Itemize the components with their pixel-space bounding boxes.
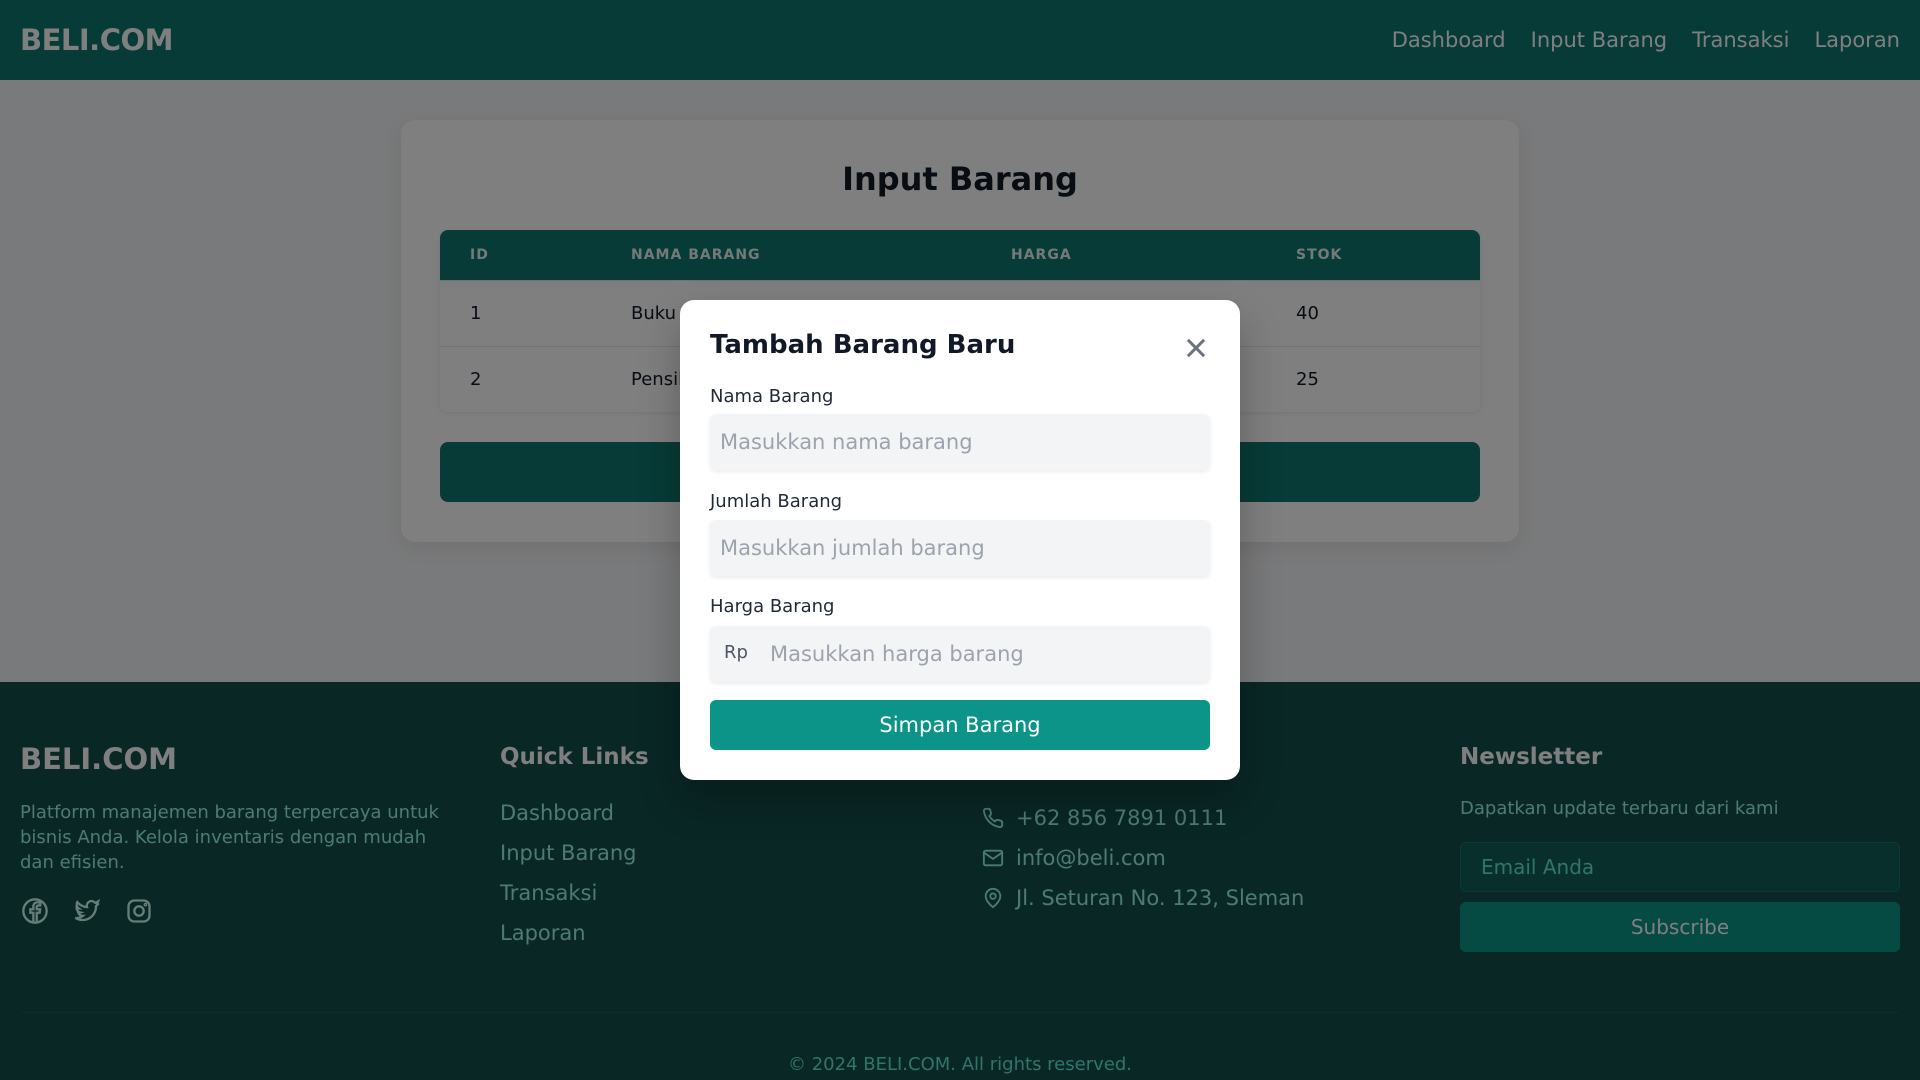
save-item-button[interactable]: Simpan Barang (710, 700, 1210, 750)
close-icon[interactable] (1182, 334, 1210, 362)
harga-barang-input[interactable] (760, 626, 1210, 682)
nama-barang-label: Nama Barang (710, 386, 834, 407)
add-item-modal: Tambah Barang Baru Nama Barang Jumlah Ba… (680, 300, 1240, 780)
nama-barang-input[interactable] (710, 414, 1210, 470)
harga-barang-field: Rp (710, 626, 1210, 682)
jumlah-barang-label: Jumlah Barang (710, 491, 843, 512)
jumlah-barang-input[interactable] (710, 520, 1210, 576)
currency-prefix: Rp (724, 642, 748, 663)
modal-title: Tambah Barang Baru (710, 330, 1016, 360)
harga-barang-label: Harga Barang (710, 596, 835, 617)
